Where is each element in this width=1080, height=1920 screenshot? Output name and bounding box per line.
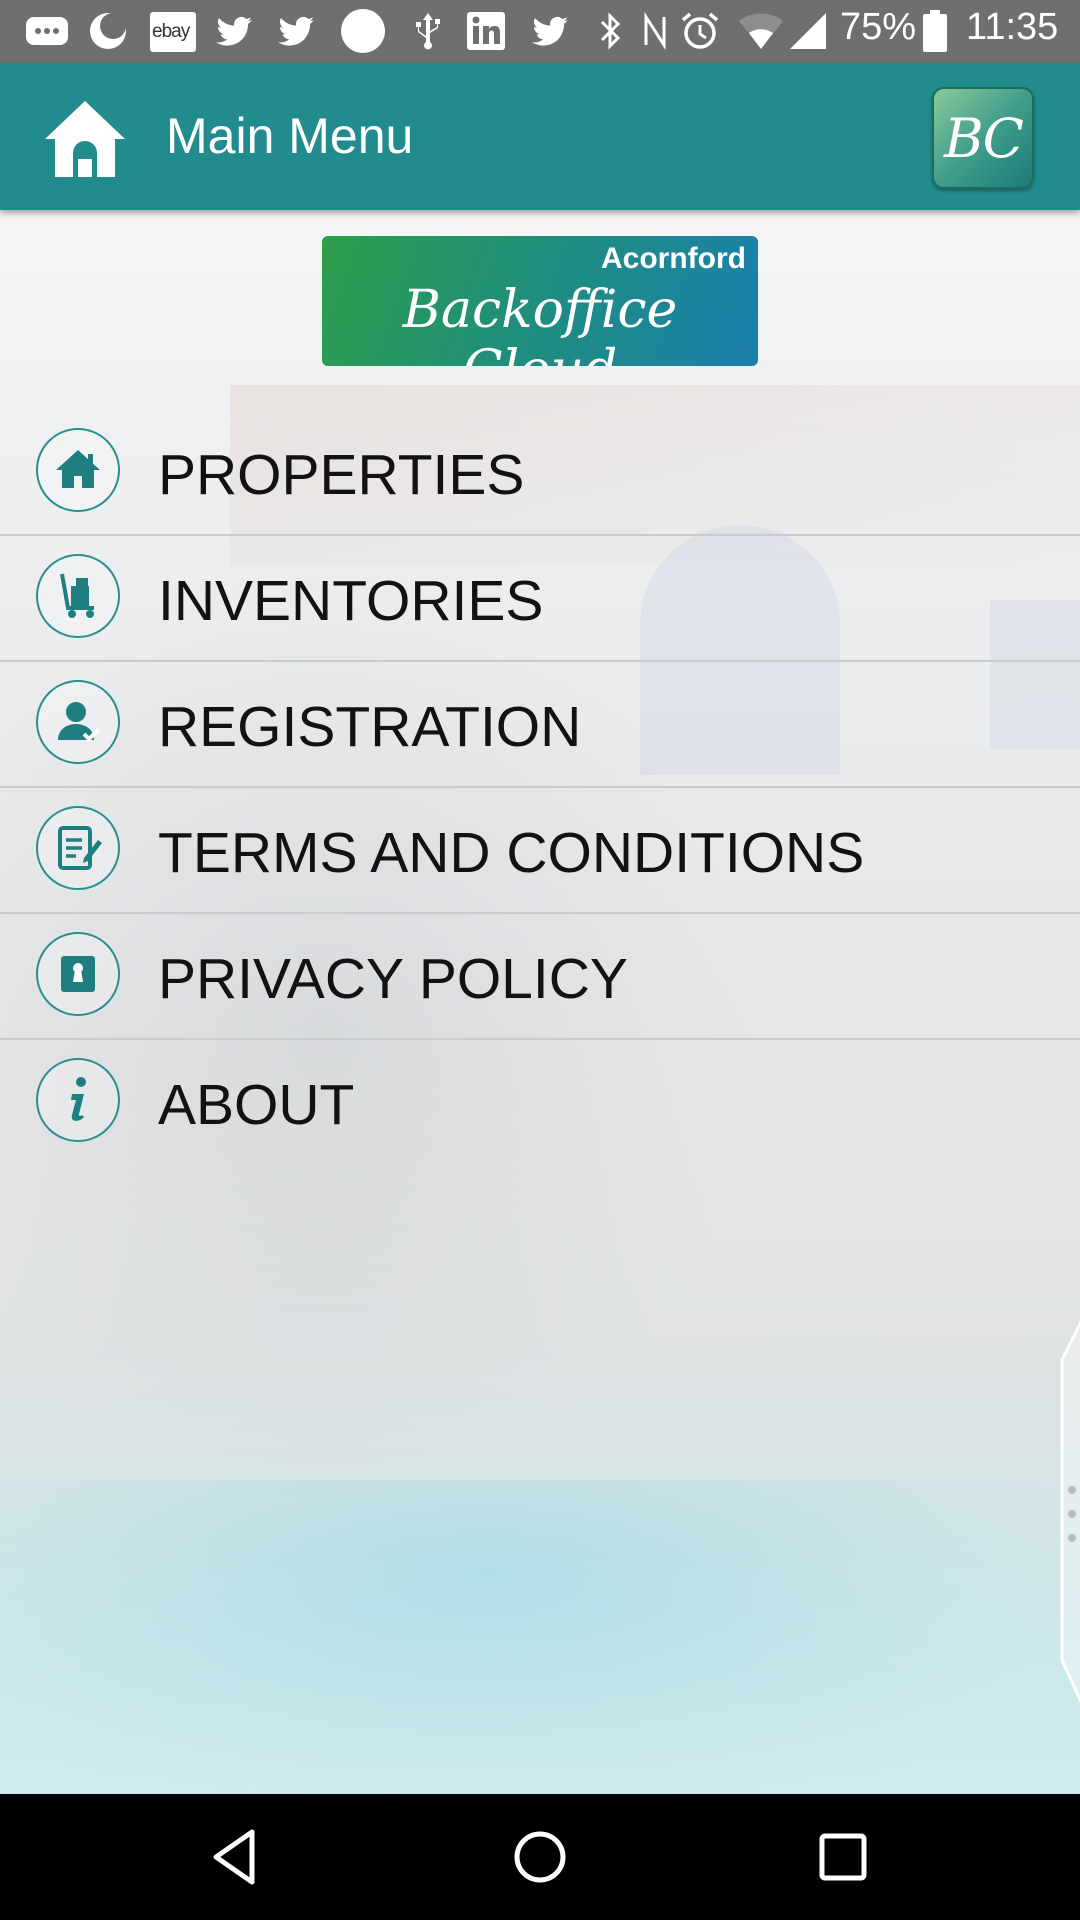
wifi-icon bbox=[739, 13, 783, 49]
circle-icon bbox=[341, 9, 385, 53]
backoffice-cloud-logo: Acornford Backoffice Cloud bbox=[322, 236, 758, 366]
back-icon[interactable] bbox=[202, 1822, 272, 1892]
status-bar: ebay 75% 11:35 bbox=[0, 0, 1080, 63]
info-icon bbox=[36, 1058, 120, 1142]
nfc-icon bbox=[644, 11, 666, 51]
twitter-icon bbox=[278, 16, 314, 46]
home-icon[interactable] bbox=[40, 93, 130, 183]
alarm-icon bbox=[681, 12, 719, 49]
menu-item-terms-and-conditions[interactable]: TERMS AND CONDITIONS bbox=[0, 788, 1080, 914]
side-drawer-handle[interactable] bbox=[1058, 1320, 1080, 1704]
menu-item-about[interactable]: ABOUT bbox=[0, 1040, 1080, 1164]
main-content: Acornford Backoffice Cloud PROPERTIES IN… bbox=[0, 210, 1080, 1794]
twitter-icon bbox=[216, 16, 252, 46]
menu-item-label: PROPERTIES bbox=[158, 443, 525, 507]
linkedin-icon bbox=[467, 12, 505, 50]
battery-percent: 75% bbox=[840, 6, 917, 48]
logo-title: Backoffice Cloud bbox=[402, 280, 678, 366]
bc-app-button[interactable]: BC bbox=[932, 87, 1034, 189]
menu-item-label: INVENTORIES bbox=[158, 569, 544, 633]
messages-icon bbox=[26, 17, 68, 45]
navigation-bar bbox=[0, 1794, 1080, 1920]
user-check-icon bbox=[36, 680, 120, 764]
menu-item-label: TERMS AND CONDITIONS bbox=[158, 821, 865, 885]
menu-item-inventories[interactable]: INVENTORIES bbox=[0, 536, 1080, 662]
twitter-icon bbox=[532, 16, 568, 46]
recents-icon[interactable] bbox=[808, 1822, 878, 1892]
usb-icon bbox=[416, 13, 440, 50]
keyhole-icon bbox=[36, 932, 120, 1016]
menu-item-privacy-policy[interactable]: PRIVACY POLICY bbox=[0, 914, 1080, 1040]
menu-item-registration[interactable]: REGISTRATION bbox=[0, 662, 1080, 788]
bc-logo-text: BC bbox=[943, 107, 1024, 170]
luggage-cart-icon bbox=[36, 554, 120, 638]
moon-icon bbox=[90, 13, 126, 49]
app-bar: Main Menu BC bbox=[0, 63, 1080, 210]
clock: 11:35 bbox=[966, 6, 1059, 48]
menu-item-label: REGISTRATION bbox=[158, 695, 582, 759]
background-pool bbox=[0, 1480, 1080, 1794]
menu-item-label: ABOUT bbox=[158, 1073, 355, 1137]
document-edit-icon bbox=[36, 806, 120, 890]
battery-icon bbox=[923, 10, 947, 52]
page-title: Main Menu bbox=[166, 108, 414, 164]
home-circle-icon[interactable] bbox=[505, 1822, 575, 1892]
logo-brand: Acornford bbox=[601, 242, 746, 275]
bluetooth-icon bbox=[600, 12, 621, 50]
house-icon bbox=[36, 428, 120, 512]
main-menu-list: PROPERTIES INVENTORIES REGISTRATION TERM… bbox=[0, 410, 1080, 1164]
ebay-icon: ebay bbox=[150, 12, 196, 52]
menu-item-label: PRIVACY POLICY bbox=[158, 947, 628, 1011]
menu-item-properties[interactable]: PROPERTIES bbox=[0, 410, 1080, 536]
signal-icon bbox=[790, 13, 826, 49]
